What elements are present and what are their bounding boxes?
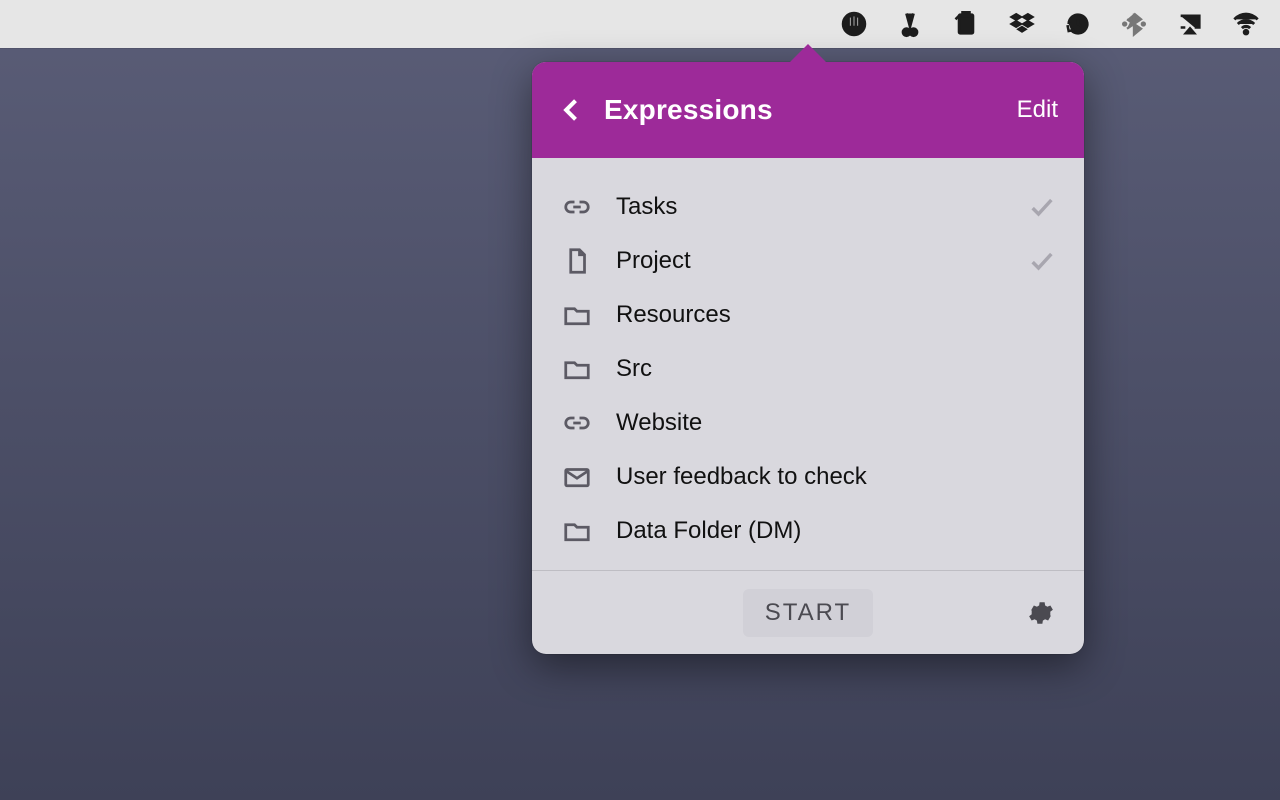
list-item-label: User feedback to check — [616, 463, 1056, 491]
list-item[interactable]: Src — [532, 342, 1084, 396]
clipboard-icon[interactable] — [950, 8, 982, 40]
scissors-icon[interactable] — [894, 8, 926, 40]
list-item[interactable]: Data Folder (DM) — [532, 504, 1084, 558]
dropbox-icon[interactable] — [1006, 8, 1038, 40]
list-item-label: Tasks — [616, 193, 1028, 221]
list-item-label: Project — [616, 247, 1028, 275]
popover-footer: START — [532, 570, 1084, 654]
list-item-label: Src — [616, 355, 1056, 383]
check-icon — [1028, 193, 1056, 221]
list-item[interactable]: User feedback to check — [532, 450, 1084, 504]
airplay-icon[interactable] — [1174, 8, 1206, 40]
list-item[interactable]: Project — [532, 234, 1084, 288]
link-icon — [560, 190, 594, 224]
folder-icon — [560, 298, 594, 332]
edit-button[interactable]: Edit — [1017, 96, 1058, 124]
bluetooth-icon[interactable] — [1118, 8, 1150, 40]
settings-button[interactable] — [1024, 596, 1058, 630]
wifi-icon[interactable] — [1230, 8, 1262, 40]
envelope-icon — [560, 460, 594, 494]
popover-header: Expressions Edit — [532, 62, 1084, 158]
list-item-label: Website — [616, 409, 1056, 437]
check-icon — [1028, 247, 1056, 275]
list-item[interactable]: Tasks — [532, 180, 1084, 234]
timemachine-icon[interactable] — [1062, 8, 1094, 40]
hand-icon[interactable] — [838, 8, 870, 40]
start-button[interactable]: START — [743, 589, 873, 637]
popover-panel: Expressions Edit Tasks Project — [532, 62, 1084, 654]
list-item-label: Data Folder (DM) — [616, 517, 1056, 545]
item-list: Tasks Project Resources Sr — [532, 158, 1084, 570]
list-item-label: Resources — [616, 301, 1056, 329]
list-item[interactable]: Website — [532, 396, 1084, 450]
link-icon — [560, 406, 594, 440]
back-button[interactable] — [558, 90, 586, 130]
popover-title: Expressions — [604, 94, 1017, 126]
folder-icon — [560, 514, 594, 548]
list-item[interactable]: Resources — [532, 288, 1084, 342]
menubar — [0, 0, 1280, 48]
file-icon — [560, 244, 594, 278]
folder-icon — [560, 352, 594, 386]
